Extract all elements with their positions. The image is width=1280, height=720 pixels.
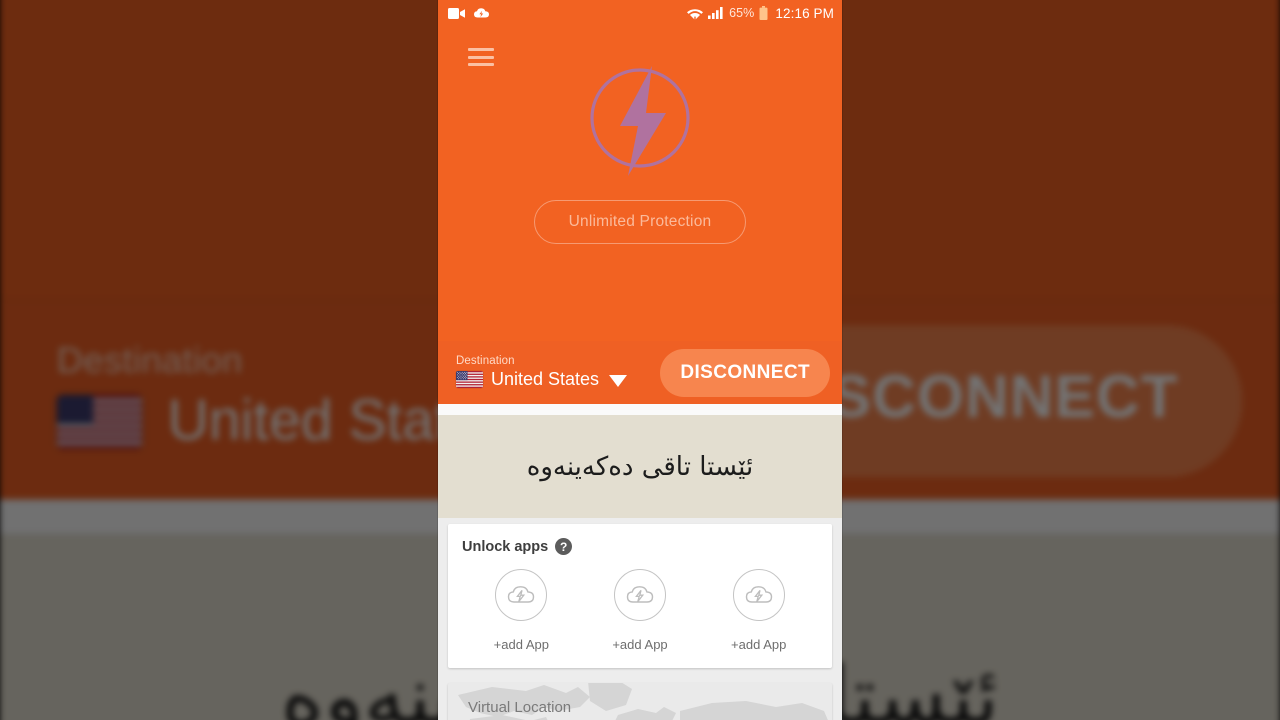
status-bar: 65% 12:16 PM bbox=[438, 0, 842, 26]
add-app-label: +add App bbox=[731, 637, 787, 652]
add-app-slot[interactable]: +add App bbox=[699, 569, 818, 652]
unlock-apps-title: Unlock apps bbox=[462, 538, 549, 555]
cloud-bolt-icon bbox=[614, 569, 666, 621]
destination-country-label: United States bbox=[491, 369, 600, 389]
destination-bar: Destination United States DISCONNECT bbox=[438, 341, 842, 404]
question-mark-icon[interactable]: ? bbox=[555, 538, 573, 555]
phone-screen: 65% 12:16 PM Unlimited Protection Destin… bbox=[438, 0, 842, 720]
promo-banner-text: ئێستا تاقی دەکەینەوە bbox=[526, 451, 754, 482]
lightning-bolt-circle-logo bbox=[590, 66, 690, 176]
add-app-label: +add App bbox=[493, 637, 549, 652]
unlock-apps-header: Unlock apps ? bbox=[462, 538, 818, 555]
cellular-signal-icon bbox=[708, 7, 723, 19]
screen-root: 65% 12:16 PM Unlimited Protection Destin… bbox=[0, 0, 1280, 720]
unlock-apps-card: Unlock apps ? +add App +add App +add App bbox=[448, 524, 832, 668]
destination-selector[interactable]: Destination United States bbox=[456, 355, 628, 390]
add-app-label: +add App bbox=[612, 637, 668, 652]
video-camera-icon bbox=[448, 7, 465, 19]
disconnect-button[interactable]: DISCONNECT bbox=[660, 348, 830, 397]
battery-charging-icon bbox=[759, 6, 768, 20]
destination-value-row[interactable]: United States bbox=[456, 369, 628, 390]
promo-banner[interactable]: ئێستا تاقی دەکەینەوە bbox=[438, 415, 842, 518]
status-bar-left-icons bbox=[448, 7, 489, 19]
unlimited-protection-pill[interactable]: Unlimited Protection bbox=[533, 200, 747, 244]
virtual-location-card[interactable]: Virtual Location bbox=[448, 683, 832, 720]
hero-section: Unlimited Protection bbox=[438, 26, 842, 341]
logo-container bbox=[438, 58, 842, 183]
cloud-bolt-icon bbox=[495, 569, 548, 621]
app-slots-row: +add App +add App +add App bbox=[462, 569, 818, 652]
status-bar-right-icons: 65% 12:16 PM bbox=[687, 6, 834, 21]
wifi-icon bbox=[687, 8, 704, 20]
add-app-slot[interactable]: +add App bbox=[581, 569, 700, 652]
divider-strip bbox=[438, 404, 842, 415]
cloud-bolt-icon bbox=[732, 569, 785, 621]
battery-percent-label: 65% bbox=[729, 6, 755, 20]
us-flag-icon bbox=[456, 371, 483, 388]
clock-label: 12:16 PM bbox=[775, 5, 834, 21]
status-pill-container: Unlimited Protection bbox=[438, 200, 842, 244]
cloud-lightning-icon bbox=[474, 8, 489, 18]
virtual-location-title: Virtual Location bbox=[468, 699, 572, 716]
destination-label: Destination bbox=[456, 355, 515, 367]
add-app-slot[interactable]: +add App bbox=[462, 569, 581, 652]
caret-down-icon[interactable] bbox=[609, 374, 628, 387]
content-area: Unlock apps ? +add App +add App +add App… bbox=[438, 518, 842, 720]
